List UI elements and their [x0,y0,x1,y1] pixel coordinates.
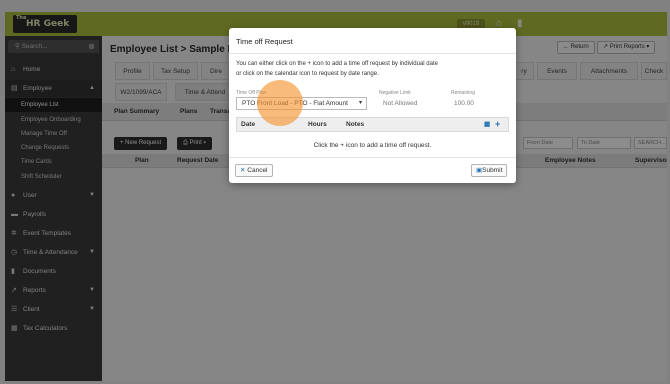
cancel-button[interactable]: ✕ Cancel [235,164,273,177]
remaining-label: Remaining [451,90,475,96]
submit-button[interactable]: ▣Submit [471,164,508,177]
instruction-line-2: or click on the calendar icon to request… [236,71,379,77]
chevron-down-icon: ▾ [358,100,362,106]
divider [229,157,516,158]
column-notes: Notes [346,121,365,128]
click-highlight [257,80,303,126]
empty-table-message: Click the + icon to add a time off reque… [313,142,432,149]
calendar-icon[interactable]: ▦ [484,118,490,131]
remaining-value: 100.00 [454,100,474,107]
cancel-label: Cancel [247,167,268,174]
divider [229,53,516,54]
dialog-title: Time off Request [236,37,293,46]
submit-label: Submit [482,167,503,174]
column-date: Date [241,121,256,128]
negative-limit-label: Negative Limit [379,90,411,96]
negative-limit-value: Not Allowed [383,100,418,107]
instruction-line-1: You can either click on the + icon to ad… [236,61,438,67]
column-hours: Hours [308,121,327,128]
plus-icon[interactable]: + [495,118,500,130]
